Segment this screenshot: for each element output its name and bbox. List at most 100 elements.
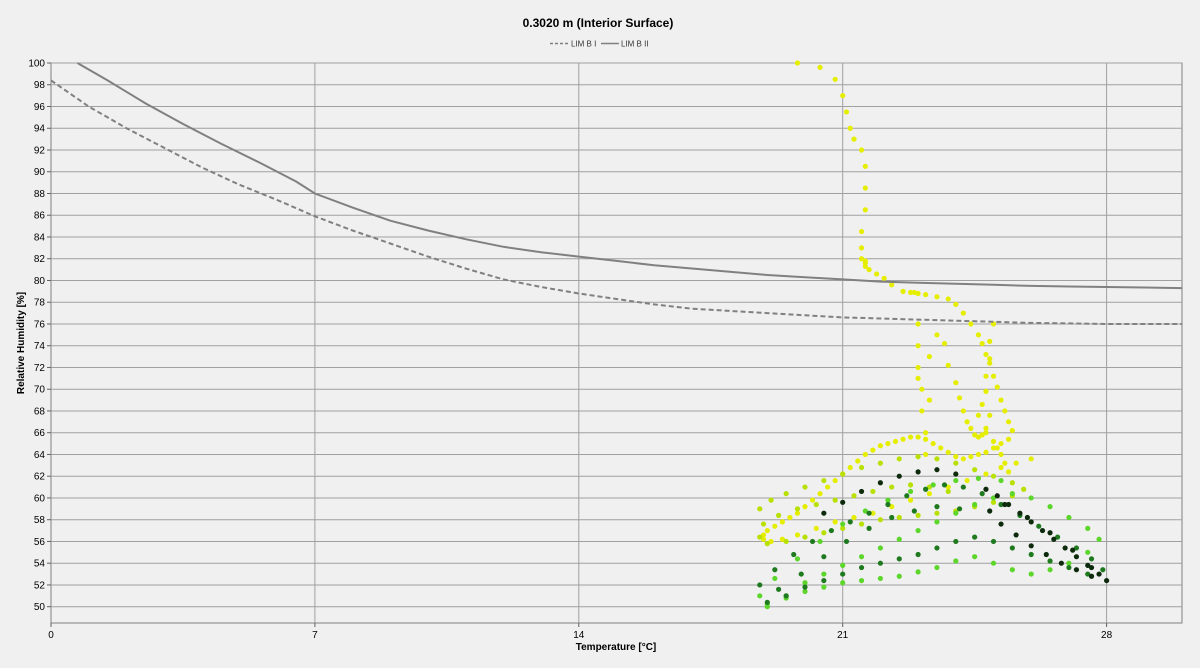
data-point bbox=[858, 564, 865, 571]
plot-area bbox=[50, 62, 1183, 624]
data-point bbox=[960, 408, 966, 414]
data-point bbox=[979, 401, 985, 408]
y-tick-label: 96 bbox=[34, 102, 46, 113]
data-point bbox=[923, 486, 929, 492]
data-point bbox=[998, 521, 1004, 527]
data-point bbox=[911, 508, 917, 514]
data-point bbox=[776, 512, 782, 518]
data-point bbox=[832, 477, 838, 484]
data-point bbox=[783, 593, 789, 599]
data-point bbox=[975, 412, 982, 418]
data-point bbox=[983, 430, 989, 436]
data-point bbox=[802, 584, 808, 590]
data-point bbox=[934, 564, 940, 571]
data-point bbox=[787, 514, 793, 521]
data-point bbox=[930, 440, 936, 447]
data-point bbox=[1039, 527, 1046, 534]
data-point bbox=[953, 380, 959, 386]
y-tick-label: 56 bbox=[34, 537, 46, 548]
data-point bbox=[1002, 460, 1008, 466]
data-point bbox=[934, 504, 940, 510]
data-point bbox=[847, 125, 853, 131]
y-tick-label: 92 bbox=[34, 145, 46, 156]
data-point bbox=[877, 460, 884, 466]
data-point bbox=[907, 434, 914, 440]
data-point bbox=[877, 480, 884, 486]
data-point bbox=[990, 473, 997, 479]
data-point bbox=[858, 577, 865, 584]
data-point bbox=[1005, 436, 1012, 442]
data-point bbox=[983, 351, 989, 358]
y-tick-label: 90 bbox=[34, 167, 46, 178]
data-point bbox=[809, 538, 816, 545]
data-point bbox=[821, 477, 827, 484]
data-point bbox=[998, 477, 1004, 484]
data-point bbox=[915, 469, 921, 475]
y-tick-label: 64 bbox=[34, 450, 46, 461]
x-tick-label: 0 bbox=[48, 630, 54, 641]
data-point bbox=[1024, 514, 1031, 521]
data-point bbox=[840, 499, 846, 505]
data-point bbox=[953, 558, 959, 564]
data-point bbox=[896, 473, 902, 479]
data-point bbox=[1047, 530, 1053, 536]
y-tick-label: 52 bbox=[34, 580, 46, 591]
data-point bbox=[1066, 564, 1072, 571]
data-point bbox=[783, 538, 789, 545]
data-point bbox=[1066, 514, 1072, 521]
data-point bbox=[817, 64, 823, 70]
data-point bbox=[907, 488, 914, 495]
data-point bbox=[794, 532, 801, 538]
data-point bbox=[877, 517, 884, 523]
data-point bbox=[979, 340, 985, 347]
data-point bbox=[858, 464, 865, 471]
data-point bbox=[998, 397, 1004, 403]
data-point bbox=[983, 388, 989, 394]
x-tick-label: 21 bbox=[837, 630, 849, 641]
data-point bbox=[821, 571, 827, 577]
data-point bbox=[764, 527, 770, 534]
data-point bbox=[862, 451, 868, 458]
data-point bbox=[934, 467, 940, 473]
data-point bbox=[972, 554, 978, 560]
data-point bbox=[840, 93, 846, 99]
data-point bbox=[953, 454, 959, 460]
data-point bbox=[757, 506, 763, 512]
x-axis-ticks: 0 7 14 21 28 bbox=[48, 623, 1113, 641]
data-point bbox=[983, 449, 989, 455]
data-point bbox=[832, 497, 838, 503]
x-tick-label: 14 bbox=[573, 630, 585, 641]
data-point bbox=[1096, 536, 1102, 542]
data-point bbox=[1036, 523, 1042, 529]
data-point bbox=[877, 560, 884, 566]
data-point bbox=[915, 454, 921, 460]
data-point bbox=[764, 599, 770, 605]
data-point bbox=[907, 482, 914, 488]
data-point bbox=[987, 412, 993, 418]
y-tick-label: 50 bbox=[34, 602, 46, 613]
data-point bbox=[953, 538, 959, 545]
data-point bbox=[764, 541, 770, 547]
data-point bbox=[858, 147, 865, 153]
data-point bbox=[858, 245, 865, 251]
chart-title: 0.3020 m (Interior Surface) bbox=[523, 16, 674, 30]
data-point bbox=[779, 519, 785, 525]
data-point bbox=[760, 521, 767, 527]
data-point bbox=[870, 447, 876, 453]
data-point bbox=[904, 493, 910, 499]
y-tick-label: 66 bbox=[34, 428, 46, 439]
data-point bbox=[896, 556, 902, 562]
data-point bbox=[862, 185, 868, 191]
data-point bbox=[889, 282, 895, 288]
data-point bbox=[983, 471, 989, 477]
data-point bbox=[994, 445, 1000, 451]
data-point bbox=[990, 538, 997, 545]
data-point bbox=[858, 228, 865, 235]
data-point bbox=[866, 267, 872, 273]
data-point bbox=[938, 445, 944, 451]
data-point bbox=[972, 534, 978, 540]
data-point bbox=[802, 484, 808, 490]
data-point bbox=[772, 575, 778, 582]
y-tick-label: 88 bbox=[34, 189, 46, 200]
data-point bbox=[1028, 456, 1034, 462]
